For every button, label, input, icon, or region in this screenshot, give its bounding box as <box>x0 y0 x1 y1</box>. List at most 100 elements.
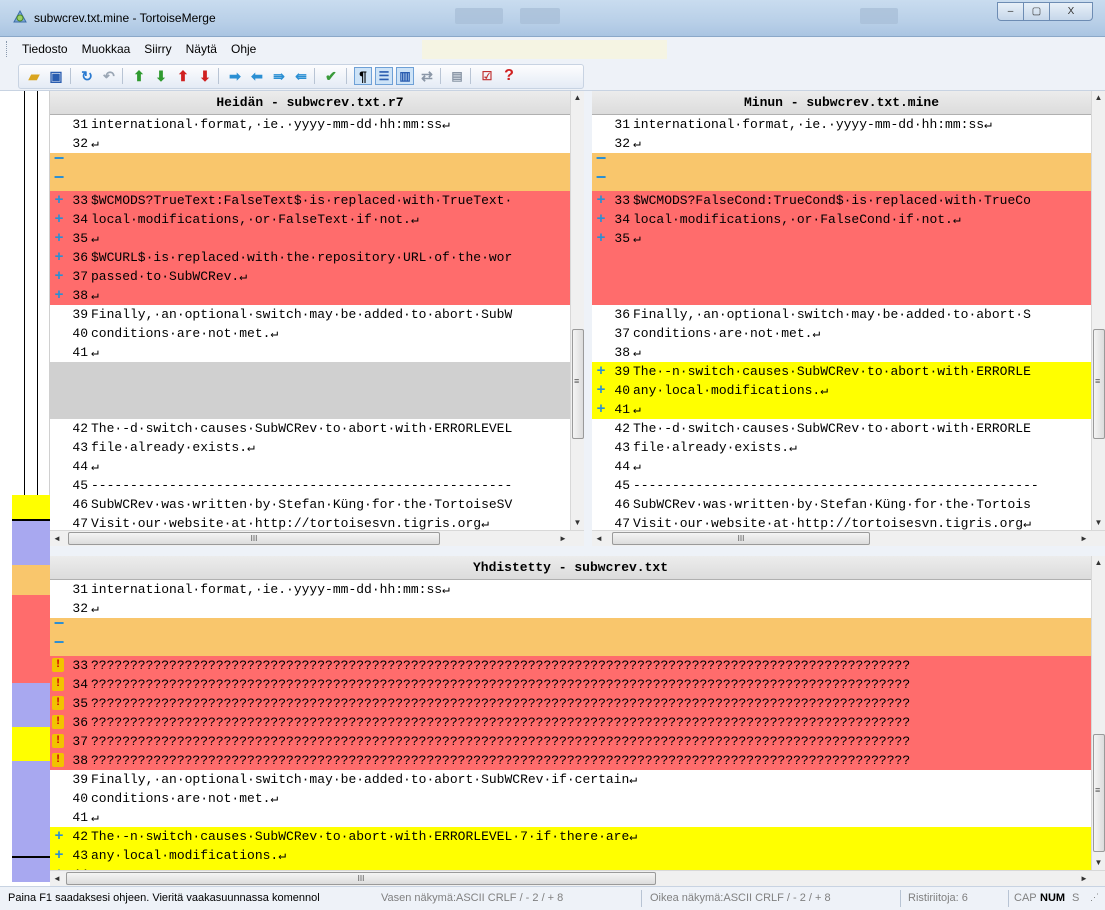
code-line[interactable]: − <box>50 153 570 172</box>
scroll-right-icon[interactable]: ► <box>1077 531 1091 547</box>
mine-horizontal-scrollbar[interactable]: ◄ III ► <box>592 530 1105 546</box>
code-line[interactable]: +35 ↵ <box>592 229 1091 248</box>
mine-pane[interactable]: Minun - subwcrev.txt.mine 31 internationa… <box>592 91 1105 546</box>
code-line[interactable]: 32 ↵ <box>50 134 570 153</box>
save-icon[interactable]: ▣ <box>47 67 65 85</box>
previous-difference-icon[interactable]: ⬆ <box>130 67 148 85</box>
resize-grip-icon[interactable]: ⋰ <box>1090 892 1099 903</box>
menu-muokkaa[interactable]: Muokkaa <box>75 42 138 56</box>
code-line[interactable]: 40 conditions·are·not·met.↵ <box>50 789 1091 808</box>
mine-vertical-scrollbar[interactable]: ▲ ≡ ▼ <box>1091 91 1105 530</box>
code-line[interactable]: +38 ↵ <box>50 286 570 305</box>
menu-siirry[interactable]: Siirry <box>137 42 178 56</box>
code-line[interactable]: +35 ↵ <box>50 229 570 248</box>
inline-diff-icon[interactable]: ☰ <box>375 67 393 85</box>
reload-icon[interactable]: ↻ <box>78 67 96 85</box>
use-theirs-then-mine-icon[interactable]: ⇛ <box>270 67 288 85</box>
code-line[interactable]: +43 any·local·modifications.↵ <box>50 846 1091 865</box>
theirs-horizontal-scrollbar[interactable]: ◄ III ► <box>50 530 584 546</box>
scroll-right-icon[interactable]: ► <box>556 531 570 547</box>
next-difference-icon[interactable]: ⬇ <box>152 67 170 85</box>
switch-left-right-icon[interactable]: ⇄ <box>418 67 436 85</box>
code-line[interactable]: ! 35?????????????????????????????????????… <box>50 694 1091 713</box>
code-line[interactable] <box>592 286 1091 305</box>
use-theirs-block-icon[interactable]: ➡ <box>226 67 244 85</box>
code-line[interactable]: 40 conditions·are·not·met.↵ <box>50 324 570 343</box>
code-line[interactable]: ! 33?????????????????????????????????????… <box>50 656 1091 675</box>
code-line[interactable]: ! 36?????????????????????????????????????… <box>50 713 1091 732</box>
code-line[interactable]: 39 Finally,·an·optional·switch·may·be·add… <box>50 770 1091 789</box>
merged-pane-lines[interactable]: 31 international·format,·ie.·yyyy-mm-dd·h… <box>50 580 1091 870</box>
code-line[interactable]: +40 any·local·modifications.↵ <box>592 381 1091 400</box>
maximize-button[interactable]: ▢ <box>1023 2 1050 21</box>
code-line[interactable]: 42 The·-d·switch·causes·SubWCRev·to·abort… <box>592 419 1091 438</box>
mark-resolved-icon[interactable]: ✔ <box>322 67 340 85</box>
code-line[interactable]: 47 Visit·our·website·at·http://tortoisesv… <box>592 514 1091 530</box>
one-pane-view-icon[interactable]: ▥ <box>396 67 414 85</box>
scroll-left-icon[interactable]: ◄ <box>50 531 64 547</box>
code-line[interactable]: 32 ↵ <box>50 599 1091 618</box>
help-icon[interactable]: ? <box>500 67 518 85</box>
mine-pane-lines[interactable]: 31 international·format,·ie.·yyyy-mm-dd·h… <box>592 115 1091 530</box>
code-line[interactable]: +34 local·modifications,·or·FalseText·if·… <box>50 210 570 229</box>
scroll-thumb[interactable]: ≡ <box>1093 734 1105 852</box>
code-line[interactable]: 32 ↵ <box>592 134 1091 153</box>
code-line[interactable]: +33 $WCMODS?TrueText:FalseText$·is·replac… <box>50 191 570 210</box>
show-whitespace-icon[interactable]: ¶ <box>354 67 372 85</box>
use-mine-then-theirs-icon[interactable]: ⇚ <box>292 67 310 85</box>
theirs-vertical-scrollbar[interactable]: ▲ ≡ ▼ <box>570 91 584 530</box>
theirs-pane-lines[interactable]: 31 international·format,·ie.·yyyy-mm-dd·h… <box>50 115 570 530</box>
code-line[interactable]: ! 37?????????????????????????????????????… <box>50 732 1091 751</box>
merged-vertical-scrollbar[interactable]: ▲ ≡ ▼ <box>1091 556 1105 870</box>
menu-tiedosto[interactable]: Tiedosto <box>15 42 75 56</box>
code-line[interactable]: 41 ↵ <box>50 343 570 362</box>
code-line[interactable]: 41 ↵ <box>50 808 1091 827</box>
scroll-thumb[interactable]: III <box>612 532 870 545</box>
code-line[interactable]: 47 Visit·our·website·at·http://tortoisesv… <box>50 514 570 530</box>
code-line[interactable]: 44 ↵ <box>592 457 1091 476</box>
merged-horizontal-scrollbar[interactable]: ◄ III ► <box>50 870 1105 886</box>
menu-ohje[interactable]: Ohje <box>224 42 263 56</box>
scroll-down-icon[interactable]: ▼ <box>571 516 584 530</box>
code-line[interactable]: ! 34?????????????????????????????????????… <box>50 675 1091 694</box>
theirs-pane[interactable]: Heidän - subwcrev.txt.r7 31 international… <box>50 91 584 546</box>
code-line[interactable]: 31 international·format,·ie.·yyyy-mm-dd·h… <box>50 580 1091 599</box>
scroll-thumb[interactable]: III <box>68 532 440 545</box>
scroll-left-icon[interactable]: ◄ <box>50 871 64 887</box>
code-line[interactable]: ! 38?????????????????????????????????????… <box>50 751 1091 770</box>
location-bar[interactable] <box>12 91 50 882</box>
code-line[interactable]: 36 Finally,·an·optional·switch·may·be·add… <box>592 305 1091 324</box>
undo-icon[interactable]: ↶ <box>100 67 118 85</box>
close-button[interactable]: X <box>1049 2 1093 21</box>
vertical-splitter[interactable] <box>584 91 592 546</box>
scroll-thumb[interactable]: ≡ <box>572 329 584 439</box>
code-line[interactable]: 46 SubWCRev·was·written·by·Stefan·Küng·fo… <box>592 495 1091 514</box>
code-line[interactable]: 37 conditions·are·not·met.↵ <box>592 324 1091 343</box>
open-icon[interactable]: ▰ <box>25 67 43 85</box>
scroll-down-icon[interactable]: ▼ <box>1092 856 1105 870</box>
scroll-thumb[interactable]: ≡ <box>1093 329 1105 439</box>
code-line[interactable]: 45 --------------------------------------… <box>50 476 570 495</box>
code-line[interactable]: − <box>592 153 1091 172</box>
merged-pane[interactable]: Yhdistetty - subwcrev.txt 31 internationa… <box>50 556 1105 886</box>
code-line[interactable]: 31 international·format,·ie.·yyyy-mm-dd·h… <box>50 115 570 134</box>
menu-nayta[interactable]: Näytä <box>179 42 224 56</box>
scroll-up-icon[interactable]: ▲ <box>1092 556 1105 570</box>
code-line[interactable]: +37 passed·to·SubWCRev.↵ <box>50 267 570 286</box>
code-line[interactable]: 46 SubWCRev·was·written·by·Stefan·Küng·fo… <box>50 495 570 514</box>
minimize-button[interactable]: – <box>997 2 1024 21</box>
code-line[interactable]: − <box>50 172 570 191</box>
code-line[interactable]: 42 The·-d·switch·causes·SubWCRev·to·abort… <box>50 419 570 438</box>
code-line[interactable]: 43 file·already·exists.↵ <box>50 438 570 457</box>
code-line[interactable]: 38 ↵ <box>592 343 1091 362</box>
code-line[interactable]: +41 ↵ <box>592 400 1091 419</box>
scroll-thumb[interactable]: III <box>66 872 656 885</box>
code-line[interactable]: +36 $WCURL$·is·replaced·with·the·reposito… <box>50 248 570 267</box>
code-line[interactable] <box>592 267 1091 286</box>
code-line[interactable]: 31 international·format,·ie.·yyyy-mm-dd·h… <box>592 115 1091 134</box>
use-mine-block-icon[interactable]: ⬅ <box>248 67 266 85</box>
code-line[interactable]: − <box>592 172 1091 191</box>
code-line[interactable]: − <box>50 637 1091 656</box>
code-line[interactable]: +42 The·-n·switch·causes·SubWCRev·to·abor… <box>50 827 1091 846</box>
code-line[interactable]: +39 The·-n·switch·causes·SubWCRev·to·abor… <box>592 362 1091 381</box>
